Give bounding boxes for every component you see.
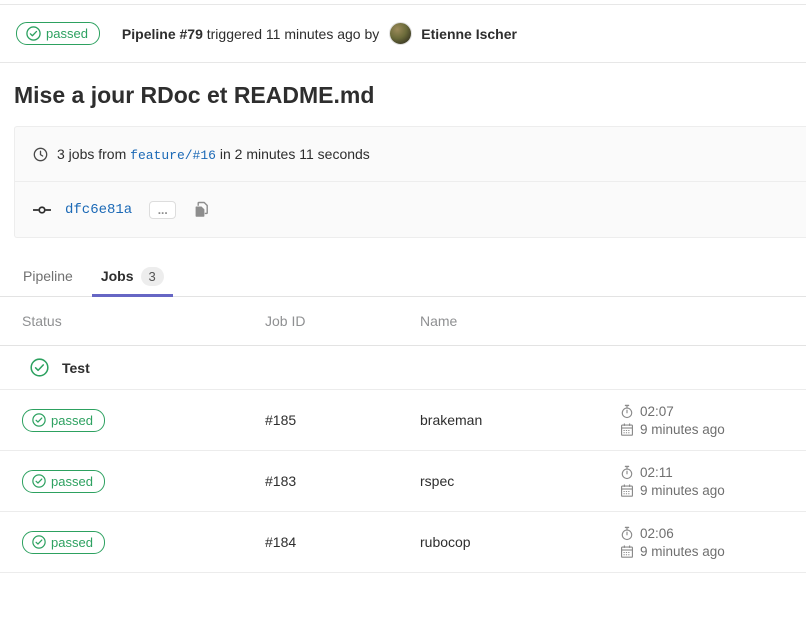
pipeline-summary-box: 3 jobs from feature/#16 in 2 minutes 11 …	[14, 126, 806, 238]
stage-name: Test	[62, 360, 90, 376]
job-id-link[interactable]: #183	[265, 473, 296, 489]
job-finished-time: 9 minutes ago	[620, 483, 806, 498]
pipeline-status-label: passed	[46, 26, 88, 41]
pipeline-status-bar: passed Pipeline #79 triggered 11 minutes…	[0, 4, 806, 63]
stage-status-check-circle-icon	[30, 358, 49, 377]
header-name: Name	[420, 313, 620, 329]
pipeline-triggered-text: Pipeline #79 triggered 11 minutes ago by	[122, 26, 379, 42]
jobs-summary-row: 3 jobs from feature/#16 in 2 minutes 11 …	[15, 127, 806, 182]
check-circle-icon	[32, 474, 46, 488]
job-duration: 02:07	[620, 404, 806, 419]
clock-icon	[33, 147, 48, 162]
job-name-link[interactable]: rspec	[420, 473, 454, 489]
job-status-badge[interactable]: passed	[22, 409, 105, 432]
table-row: passed #185 brakeman 02:07 9 minutes ago	[0, 390, 806, 451]
user-name-link[interactable]: Etienne Ischer	[421, 26, 517, 42]
calendar-icon	[620, 422, 634, 437]
jobs-count-badge: 3	[141, 267, 164, 286]
table-row: passed #184 rubocop 02:06 9 minutes ago	[0, 512, 806, 573]
job-status-label: passed	[51, 474, 93, 489]
page-title: Mise a jour RDoc et README.md	[14, 82, 790, 109]
commit-row: dfc6e81a ...	[15, 182, 806, 237]
ref-link[interactable]: feature/#16	[130, 148, 216, 163]
copy-to-clipboard-icon[interactable]	[194, 201, 210, 218]
job-id-link[interactable]: #184	[265, 534, 296, 550]
commit-sha-link[interactable]: dfc6e81a	[65, 202, 132, 218]
avatar[interactable]	[389, 22, 412, 45]
pipeline-tabs: Pipeline Jobs 3	[0, 256, 806, 297]
expand-commit-button[interactable]: ...	[149, 201, 176, 219]
job-finished-time: 9 minutes ago	[620, 422, 806, 437]
job-status-badge[interactable]: passed	[22, 531, 105, 554]
check-circle-icon	[32, 535, 46, 549]
tab-pipeline[interactable]: Pipeline	[14, 256, 82, 296]
job-finished-time: 9 minutes ago	[620, 544, 806, 559]
stopwatch-icon	[620, 465, 634, 480]
check-circle-icon	[32, 413, 46, 427]
job-status-label: passed	[51, 535, 93, 550]
stage-row-test: Test	[0, 346, 806, 390]
jobs-table-header: Status Job ID Name	[0, 297, 806, 346]
job-status-badge[interactable]: passed	[22, 470, 105, 493]
stopwatch-icon	[620, 526, 634, 541]
job-duration: 02:11	[620, 465, 806, 480]
tab-jobs[interactable]: Jobs 3	[92, 256, 173, 296]
table-row: passed #183 rspec 02:11 9 minutes ago	[0, 451, 806, 512]
job-name-link[interactable]: rubocop	[420, 534, 471, 550]
job-name-link[interactable]: brakeman	[420, 412, 482, 428]
job-status-label: passed	[51, 413, 93, 428]
job-duration: 02:06	[620, 526, 806, 541]
stopwatch-icon	[620, 404, 634, 419]
commit-icon	[33, 203, 51, 217]
calendar-icon	[620, 483, 634, 498]
header-job-id: Job ID	[265, 313, 420, 329]
pipeline-status-badge[interactable]: passed	[16, 22, 100, 45]
header-status: Status	[0, 313, 265, 329]
check-circle-icon	[26, 26, 41, 41]
pipeline-number: Pipeline #79	[122, 26, 203, 42]
job-id-link[interactable]: #185	[265, 412, 296, 428]
jobs-summary-text: 3 jobs from feature/#16 in 2 minutes 11 …	[57, 146, 370, 163]
calendar-icon	[620, 544, 634, 559]
